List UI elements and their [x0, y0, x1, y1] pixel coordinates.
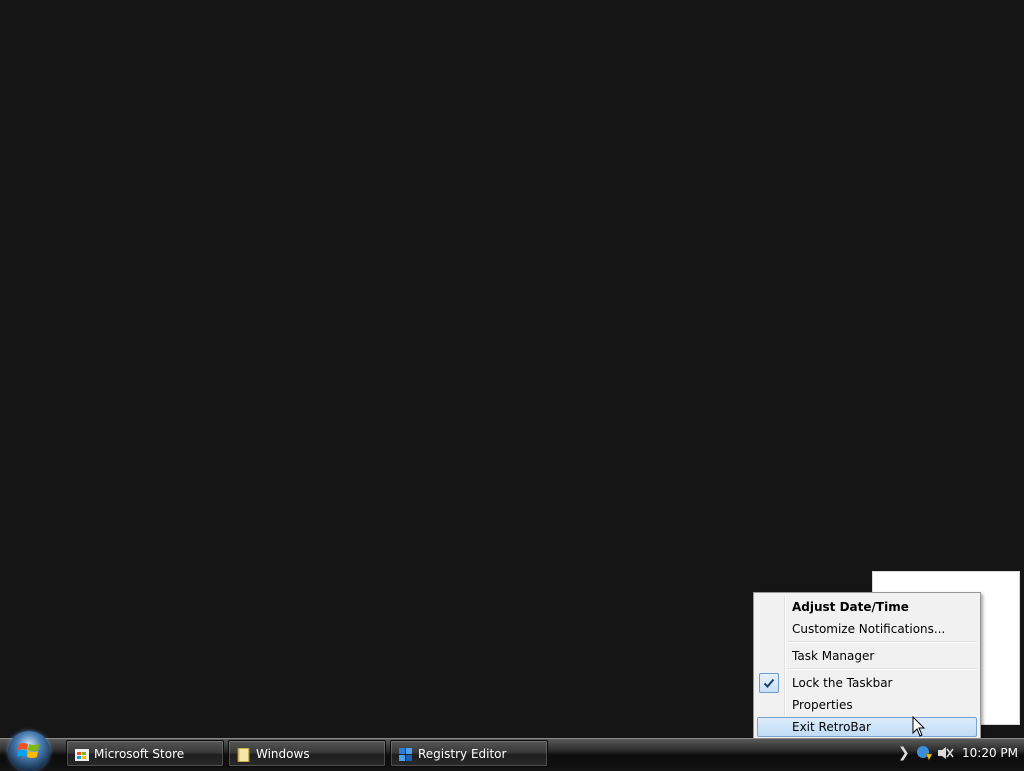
taskbar: Microsoft Store Windows Registry Editor … — [0, 731, 1024, 771]
windows-logo-icon — [17, 743, 39, 758]
menu-item-task-manager[interactable]: Task Manager — [757, 646, 977, 666]
clock[interactable]: 10:20 PM — [962, 746, 1018, 760]
chevron-right-icon[interactable]: ❯ — [898, 745, 910, 761]
menu-item-exit-retrobar[interactable]: Exit RetroBar — [757, 717, 977, 737]
taskbar-context-menu: Adjust Date/Time Customize Notifications… — [753, 592, 981, 739]
checkmark-icon — [759, 673, 779, 693]
folder-icon — [237, 747, 251, 763]
menu-item-label: Adjust Date/Time — [792, 600, 909, 614]
menu-item-label: Lock the Taskbar — [792, 676, 893, 690]
mouse-cursor-icon — [912, 716, 926, 737]
taskbar-button-label: Microsoft Store — [94, 747, 185, 761]
menu-separator — [789, 668, 977, 670]
menu-item-label: Task Manager — [792, 649, 875, 663]
taskbar-button-label: Windows — [256, 747, 310, 761]
menu-separator — [789, 641, 977, 643]
network-warning-icon[interactable] — [915, 744, 933, 762]
registry-editor-icon — [399, 747, 413, 761]
menu-item-label: Exit RetroBar — [792, 720, 871, 734]
taskbar-button-registry-editor[interactable]: Registry Editor — [390, 740, 548, 767]
taskbar-button-microsoft-store[interactable]: Microsoft Store — [66, 740, 224, 767]
start-button[interactable] — [8, 731, 50, 771]
microsoft-store-icon — [75, 747, 89, 761]
menu-item-lock-taskbar[interactable]: Lock the Taskbar — [757, 673, 977, 693]
volume-muted-icon[interactable] — [936, 744, 954, 762]
menu-item-label: Customize Notifications... — [792, 622, 946, 636]
menu-item-customize-notifications[interactable]: Customize Notifications... — [757, 619, 977, 639]
taskbar-button-windows[interactable]: Windows — [228, 740, 386, 767]
menu-item-properties[interactable]: Properties — [757, 695, 977, 715]
menu-item-label: Properties — [792, 698, 853, 712]
menu-item-adjust-date-time[interactable]: Adjust Date/Time — [757, 597, 977, 617]
taskbar-button-label: Registry Editor — [418, 747, 507, 761]
